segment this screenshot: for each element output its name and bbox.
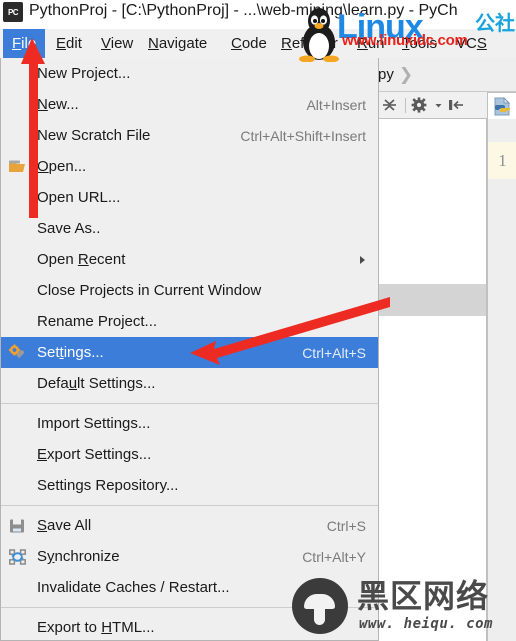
- annotation-arrow-up: [21, 38, 45, 218]
- menu-item-label: Export Settings...: [37, 446, 152, 463]
- menu-separator: [1, 403, 378, 404]
- menu-item-label: Synchronize: [37, 548, 120, 565]
- menu-item-label: Save All: [37, 517, 92, 534]
- editor-gutter: [487, 179, 516, 641]
- toolbar-divider: [405, 97, 406, 113]
- settings-icon: [9, 344, 26, 361]
- editor-gutter-top: [487, 119, 516, 142]
- menu-item-label: Settings...: [37, 344, 104, 361]
- menu-separator: [1, 607, 378, 608]
- menu-item-label: Export to HTML...: [37, 619, 155, 636]
- menu-item-import-settings[interactable]: Import Settings...: [1, 408, 378, 439]
- menubar-item-label: View: [101, 35, 134, 52]
- menubar-item-navigate[interactable]: Navigate: [139, 29, 216, 58]
- chevron-down-icon[interactable]: [434, 95, 443, 115]
- menu-item-new[interactable]: New... Alt+Insert: [1, 89, 378, 120]
- menu-item-label: Settings Repository...: [37, 477, 179, 494]
- collapse-all-icon[interactable]: [379, 95, 400, 115]
- menu-item-export-settings[interactable]: Export Settings...: [1, 439, 378, 470]
- menu-item-open-url[interactable]: Open URL...: [1, 182, 378, 213]
- menu-item-synchronize[interactable]: Synchronize Ctrl+Alt+Y: [1, 541, 378, 572]
- menu-item-save-as[interactable]: Save As..: [1, 213, 378, 244]
- project-toolbar: [375, 92, 490, 119]
- editor-line-number: 1: [487, 142, 516, 179]
- sync-icon: [9, 548, 26, 565]
- menu-item-new-project[interactable]: New Project...: [1, 58, 378, 89]
- menubar-item-tools[interactable]: Tools: [393, 29, 446, 58]
- menu-item-label: Invalidate Caches / Restart...: [37, 579, 230, 596]
- menubar-item-label: Tools: [402, 35, 438, 52]
- window-title: PythonProj - [C:\PythonProj] - ...\web-m…: [29, 2, 458, 19]
- menubar-item-code[interactable]: Code: [222, 29, 276, 58]
- menu-item-label: Save As..: [37, 220, 101, 237]
- window-title-bar: PC PythonProj - [C:\PythonProj] - ...\we…: [0, 0, 516, 28]
- breadcrumb-separator-icon: ❯: [398, 64, 414, 84]
- menu-item-default-settings[interactable]: Default Settings...: [1, 368, 378, 399]
- menu-item-label: Rename Project...: [37, 313, 158, 330]
- menu-separator: [1, 505, 378, 506]
- editor-area: py ❯ 1: [375, 58, 516, 641]
- menu-item-label: Import Settings...: [37, 415, 151, 432]
- menu-item-label: Default Settings...: [37, 375, 156, 392]
- menubar-item-label: Navigate: [148, 35, 208, 52]
- menubar-item-label: Edit: [56, 35, 82, 52]
- menu-item-open[interactable]: Open...: [1, 151, 378, 182]
- menu-item-new-scratch-file[interactable]: New Scratch File Ctrl+Alt+Shift+Insert: [1, 120, 378, 151]
- menu-item-label: Open Recent: [37, 251, 126, 268]
- pycharm-app-icon: PC: [3, 2, 23, 22]
- menubar-item-label: Run: [357, 35, 385, 52]
- project-tree-selected-row[interactable]: [375, 284, 487, 316]
- menubar-item-run[interactable]: Run: [348, 29, 394, 58]
- floppy-slot: [12, 527, 22, 532]
- menubar-item-refactor[interactable]: Refactor: [272, 29, 347, 58]
- annotation-arrow-left: [190, 297, 390, 365]
- menu-item-settings-repository[interactable]: Settings Repository...: [1, 470, 378, 501]
- project-tree-panel-lower[interactable]: [375, 316, 487, 641]
- breadcrumb[interactable]: py ❯: [375, 58, 516, 92]
- hide-panel-icon[interactable]: [445, 95, 466, 115]
- python-file-icon: [494, 97, 511, 116]
- menubar-item-label: Refactor: [281, 35, 338, 52]
- menu-item-shortcut: Ctrl+Alt+Shift+Insert: [240, 127, 366, 144]
- menu-item-shortcut: Ctrl+S: [326, 517, 366, 534]
- menu-item-export-to-html[interactable]: Export to HTML...: [1, 612, 378, 640]
- menubar-item-label: Code: [231, 35, 267, 52]
- menu-item-save-all[interactable]: Save All Ctrl+S: [1, 510, 378, 541]
- menu-bar: File Edit View Navigate Code Refactor Run Tools…: [0, 29, 516, 58]
- editor-file-tab[interactable]: [487, 92, 516, 120]
- menu-item-invalidate-caches-restart[interactable]: Invalidate Caches / Restart...: [1, 572, 378, 603]
- menubar-item-vcs[interactable]: VCS: [447, 29, 496, 58]
- menubar-item-label: VCS: [456, 35, 487, 52]
- submenu-arrow-icon: [360, 255, 365, 264]
- menu-item-shortcut: Ctrl+Alt+Y: [302, 548, 366, 565]
- save-icon: [9, 517, 26, 534]
- project-tree-panel[interactable]: [375, 119, 487, 284]
- menu-item-open-recent[interactable]: Open Recent: [1, 244, 378, 275]
- menubar-item-view[interactable]: View: [92, 29, 142, 58]
- gear-icon[interactable]: [411, 95, 432, 115]
- menu-item-shortcut: Alt+Insert: [306, 96, 366, 113]
